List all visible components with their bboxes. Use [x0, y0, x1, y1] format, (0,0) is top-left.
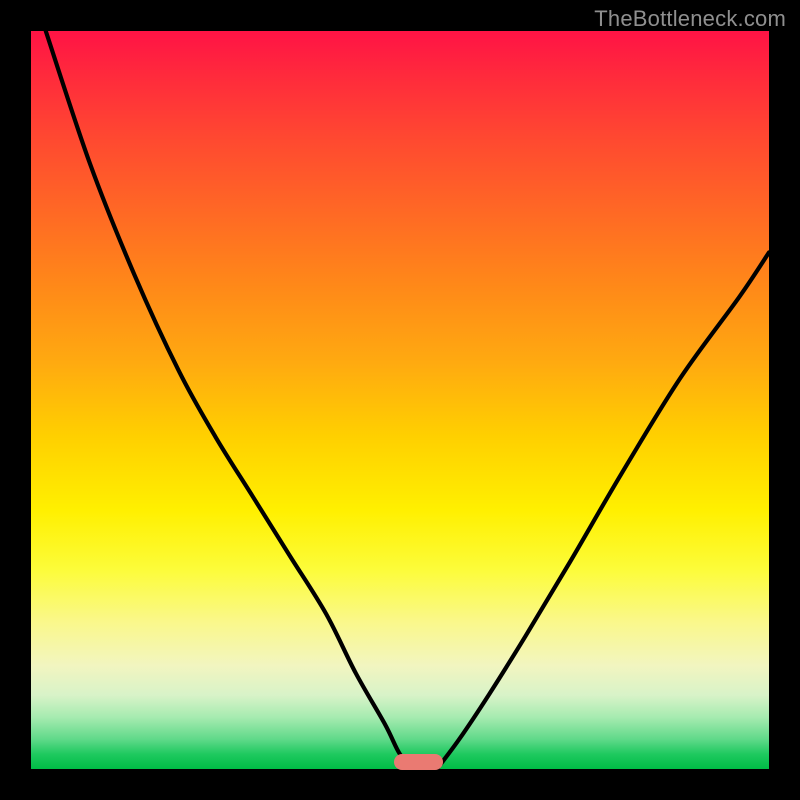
right-curve — [437, 252, 769, 769]
plot-area — [31, 31, 769, 769]
watermark-text: TheBottleneck.com — [594, 6, 786, 32]
curves-svg — [31, 31, 769, 769]
optimal-marker — [394, 754, 443, 770]
chart-frame: TheBottleneck.com — [0, 0, 800, 800]
left-curve — [46, 31, 415, 769]
